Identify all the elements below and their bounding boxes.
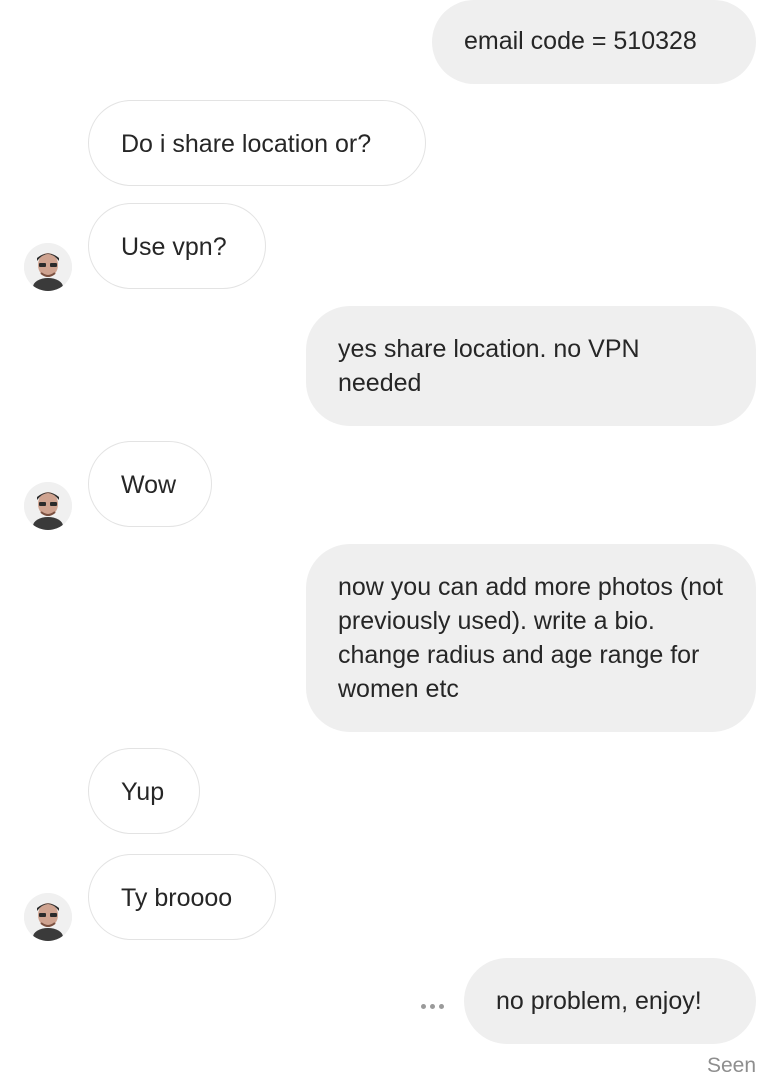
dot [438,1003,444,1009]
dot [429,1003,435,1009]
message-bubble-incoming[interactable]: Yup [88,748,200,834]
message-bubble-outgoing[interactable]: email code = 510328 [432,0,756,84]
avatar-icon [24,243,72,291]
avatar-icon [24,482,72,530]
contact-avatar[interactable] [24,893,72,941]
contact-avatar[interactable] [24,482,72,530]
message-bubble-incoming[interactable]: Do i share location or? [88,100,426,186]
message-bubble-incoming[interactable]: Use vpn? [88,203,266,289]
contact-avatar[interactable] [24,243,72,291]
message-bubble-outgoing[interactable]: no problem, enjoy! [464,958,756,1044]
more-options-icon[interactable] [414,996,450,1016]
message-bubble-incoming[interactable]: Ty broooo [88,854,276,940]
seen-status: Seen [706,1054,756,1077]
dot [420,1003,426,1009]
message-bubble-outgoing[interactable]: yes share location. no VPN needed [306,306,756,426]
message-bubble-incoming[interactable]: Wow [88,441,212,527]
avatar-icon [24,893,72,941]
message-bubble-outgoing[interactable]: now you can add more photos (not previou… [306,544,756,732]
